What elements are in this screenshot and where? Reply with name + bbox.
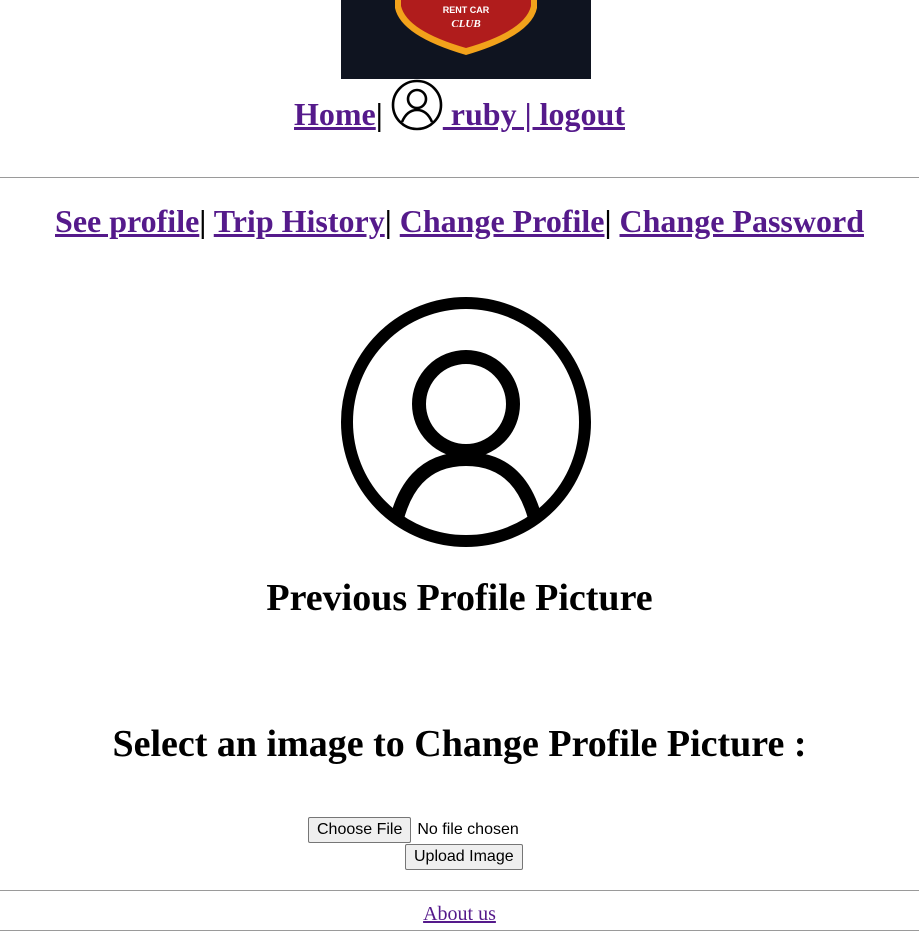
subnav-separator: |	[604, 203, 612, 239]
user-circle-icon	[341, 297, 591, 547]
home-link[interactable]: Home	[294, 96, 376, 132]
file-status-text: No file chosen	[417, 821, 519, 838]
profile-navigation: See profile| Trip History| Change Profil…	[0, 198, 919, 244]
choose-file-button[interactable]: Choose File	[308, 817, 412, 843]
nav-separator: |	[375, 96, 383, 132]
top-navigation: Home| ruby | logout	[0, 79, 919, 141]
change-profile-link[interactable]: Change Profile	[400, 203, 605, 239]
user-logout-label: ruby | logout	[442, 96, 625, 132]
logo-text-top: RENT CAR	[443, 5, 490, 15]
profile-picture	[341, 297, 591, 547]
footer: About us	[0, 902, 919, 926]
file-input[interactable]: Choose File No file chosen	[308, 817, 519, 843]
trip-history-link[interactable]: Trip History	[214, 203, 385, 239]
footer-bottom-divider	[0, 930, 919, 931]
upload-heading: Select an image to Change Profile Pictur…	[112, 723, 807, 765]
previous-picture-caption: Previous Profile Picture	[266, 577, 653, 619]
change-password-link[interactable]: Change Password	[620, 203, 864, 239]
user-menu-link[interactable]: ruby | logout	[383, 79, 625, 132]
upload-image-button[interactable]: Upload Image	[405, 844, 523, 870]
shield-logo-icon: RENT CAR CLUB	[395, 0, 537, 55]
see-profile-link[interactable]: See profile	[55, 203, 199, 239]
site-logo: RENT CAR CLUB	[341, 0, 591, 79]
header-divider	[0, 177, 919, 178]
user-circle-icon	[391, 79, 443, 131]
about-us-link[interactable]: About us	[423, 903, 496, 925]
logo-text-bottom: CLUB	[451, 18, 480, 30]
footer-divider	[0, 890, 919, 891]
subnav-separator: |	[384, 203, 392, 239]
subnav-separator: |	[199, 203, 207, 239]
